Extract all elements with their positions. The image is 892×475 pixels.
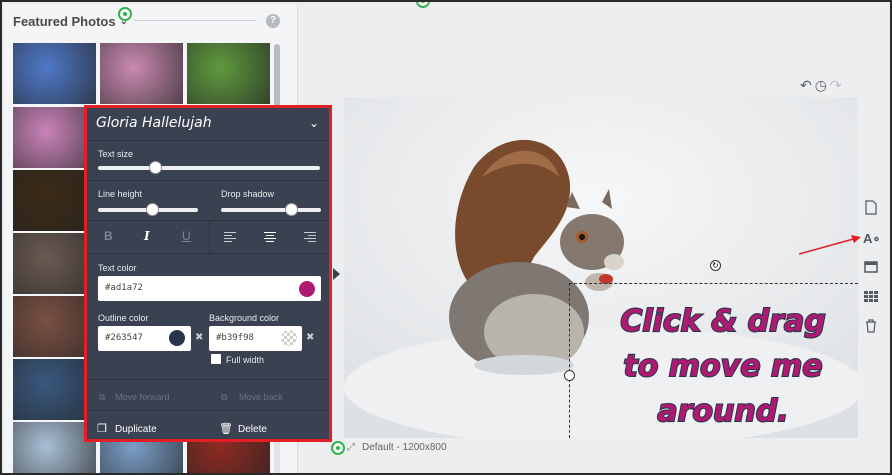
photo-thumb-pink-blossoms[interactable]: [100, 43, 183, 104]
help-icon[interactable]: ?: [266, 14, 280, 28]
bold-button[interactable]: B: [104, 229, 113, 243]
photo-thumb-green-grass[interactable]: [187, 43, 270, 104]
full-width-label: Full width: [226, 355, 265, 365]
text-size-slider[interactable]: [98, 161, 320, 174]
panel-pointer: [333, 268, 340, 280]
delete-button[interactable]: Delete: [238, 424, 267, 435]
slider-knob[interactable]: [149, 161, 162, 174]
clear-outline-icon[interactable]: ✖: [195, 332, 203, 343]
resize-handle[interactable]: [564, 370, 575, 381]
layout-icon[interactable]: [863, 261, 879, 277]
font-selector[interactable]: Gloria Hallelujah ⌄: [87, 108, 329, 141]
green-marker-icon: [118, 7, 132, 21]
green-marker-icon: [416, 2, 430, 8]
duplicate-button[interactable]: Duplicate: [115, 424, 157, 435]
divider: [134, 20, 256, 21]
page-icon[interactable]: [863, 200, 879, 216]
trash-icon: 🗑: [219, 423, 233, 435]
grid-icon[interactable]: [863, 290, 879, 306]
divider: [87, 180, 329, 181]
canvas-text-line: to move me: [622, 348, 823, 385]
outline-color-swatch[interactable]: [169, 330, 185, 346]
text-size-label: Text size: [98, 149, 134, 159]
drop-shadow-label: Drop shadow: [221, 189, 275, 199]
line-height-label: Line height: [98, 189, 143, 199]
text-color-input[interactable]: #ad1a72: [98, 276, 321, 301]
expand-icon[interactable]: ⤢: [347, 442, 355, 453]
divider: [209, 221, 210, 255]
italic-button[interactable]: I: [144, 229, 150, 243]
duplicate-icon: ❐: [97, 423, 107, 435]
outline-color-value: #263547: [105, 333, 143, 343]
annotation-arrow-icon: [799, 235, 861, 255]
move-back-icon: ⧉: [221, 392, 228, 402]
text-color-label: Text color: [98, 263, 137, 273]
move-back-button[interactable]: Move back: [239, 392, 283, 402]
align-left-icon[interactable]: [224, 232, 236, 242]
drop-shadow-slider[interactable]: [221, 203, 321, 216]
divider: [87, 379, 329, 380]
redo-icon[interactable]: ↷: [830, 77, 845, 93]
chevron-down-icon: ⌄: [308, 116, 319, 130]
clear-background-icon[interactable]: ✖: [306, 332, 314, 343]
slider-knob[interactable]: [285, 203, 298, 216]
divider: [87, 410, 329, 411]
text-color-value: #ad1a72: [105, 283, 143, 293]
green-marker-icon: [331, 441, 345, 455]
rotate-handle-icon[interactable]: ↻: [710, 260, 721, 271]
scrollbar-thumb[interactable]: [274, 44, 280, 108]
history-controls: ↶◷↷: [800, 77, 845, 94]
line-height-slider[interactable]: [98, 203, 198, 216]
history-icon[interactable]: ◷: [815, 77, 830, 93]
full-width-checkbox[interactable]: [211, 354, 221, 364]
underline-button[interactable]: U: [182, 229, 191, 243]
slider-knob[interactable]: [146, 203, 159, 216]
undo-icon[interactable]: ↶: [800, 77, 815, 93]
move-forward-icon: ⧉: [99, 392, 106, 402]
format-toolbar: B I U: [87, 220, 329, 255]
background-color-swatch[interactable]: [281, 330, 297, 346]
align-right-icon[interactable]: [304, 232, 316, 242]
sidebar-title: Featured Photos: [13, 14, 116, 29]
canvas-text-line: Click & drag: [619, 303, 826, 340]
canvas-text-line: around.: [656, 393, 789, 430]
text-settings-panel: Gloria Hallelujah ⌄ Text size Line heigh…: [84, 105, 332, 442]
photo-category-dropdown[interactable]: Featured Photos ⌄: [13, 14, 128, 29]
outline-color-label: Outline color: [98, 313, 149, 323]
canvas-size-label: Default - 1200x800: [362, 442, 447, 453]
canvas-text-box[interactable]: Click & drag to move me around.: [582, 299, 864, 434]
text-color-swatch[interactable]: [299, 281, 315, 297]
align-center-icon[interactable]: [264, 232, 276, 242]
background-color-label: Background color: [209, 313, 280, 323]
move-forward-button[interactable]: Move forward: [115, 392, 170, 402]
app-window: Featured Photos ⌄ ? ↶◷↷ ↻ Click & drag t…: [0, 0, 892, 475]
font-name: Gloria Hallelujah: [96, 115, 212, 131]
trash-icon[interactable]: [863, 319, 879, 335]
background-color-value: #b39f98: [216, 333, 254, 343]
photo-thumb-blue-hydrangea[interactable]: [13, 43, 96, 104]
